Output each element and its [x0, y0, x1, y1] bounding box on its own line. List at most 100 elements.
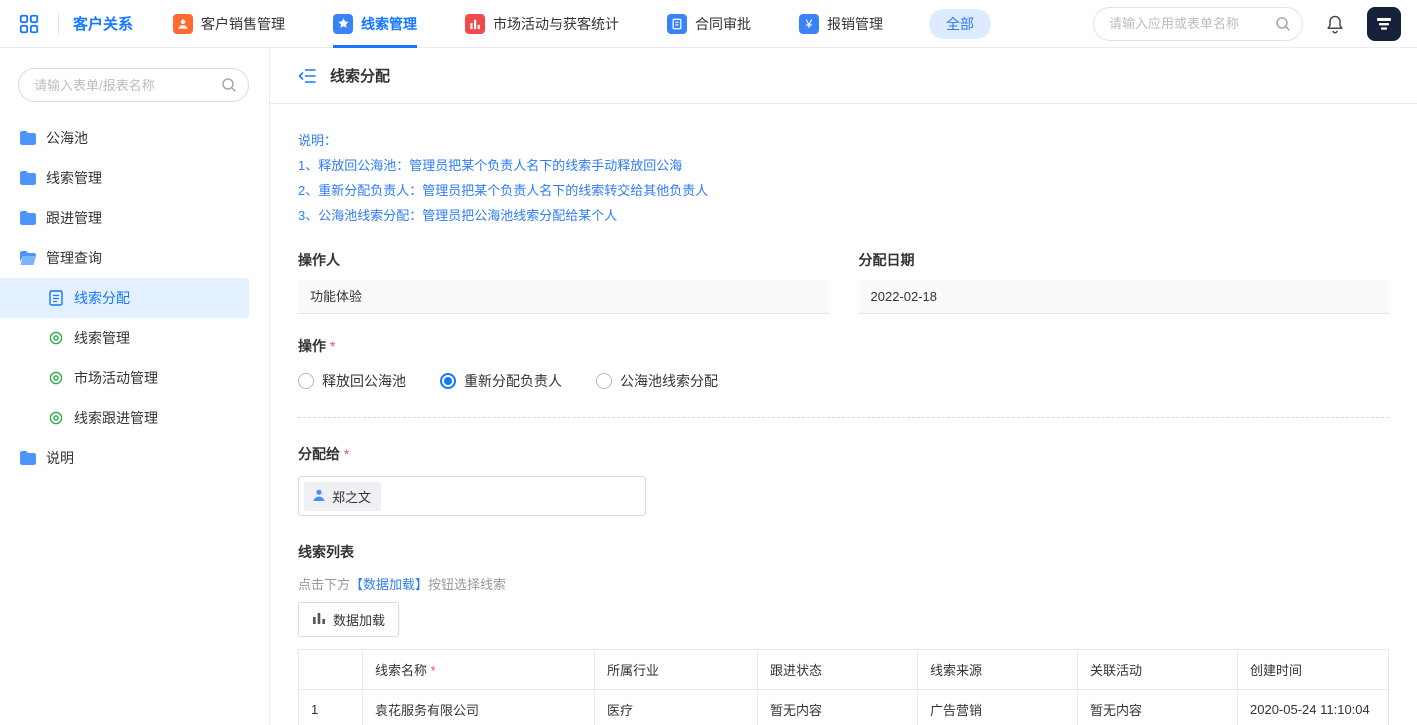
sidebar-item-followup-mgmt[interactable]: 跟进管理	[0, 198, 269, 238]
dashboard-icon	[48, 371, 64, 385]
cell-lead-name: 袁花服务有限公司	[363, 690, 595, 725]
search-icon[interactable]	[1275, 16, 1291, 37]
top-navbar: 客户关系 客户销售管理 线索管理 市场活动与获客统计	[0, 0, 1417, 48]
assignee-select[interactable]: 郑之文	[298, 476, 646, 516]
cell-source: 广告营销	[918, 690, 1078, 725]
form-search	[18, 68, 249, 102]
lead-list-section: 线索列表 点击下方【数据加载】按钮选择线索 数据加载	[298, 542, 1389, 725]
operation-radio[interactable]: 公海池线索分配	[596, 371, 718, 391]
contract-app-icon	[667, 14, 687, 34]
operation-radio-group: 释放回公海池 重新分配负责人 公海池线索分配	[298, 371, 1389, 391]
sidebar-item-lead-mgmt[interactable]: 线索管理	[0, 158, 269, 198]
folder-icon	[20, 171, 36, 185]
open-folder-icon	[20, 251, 36, 265]
radio-icon	[440, 373, 456, 389]
search-icon[interactable]	[221, 77, 237, 98]
app-search-input[interactable]	[1093, 7, 1303, 41]
section-divider	[298, 417, 1389, 418]
bar-chart-icon	[312, 611, 326, 628]
sidebar-item-public-pool[interactable]: 公海池	[0, 118, 269, 158]
operation-field: 操作 释放回公海池 重新分配负责人 公海池线索分配	[298, 336, 1389, 391]
instructions-heading: 说明：	[298, 128, 1389, 153]
operation-radio[interactable]: 重新分配负责人	[440, 371, 562, 391]
sidebar-item-label: 线索管理	[46, 168, 102, 188]
hint-text: 按钮选择线索	[428, 577, 506, 592]
sidebar-item-lead-mgmt-dashboard[interactable]: 线索管理	[0, 318, 269, 358]
page-header: 线索分配	[270, 48, 1417, 104]
nav-item-label: 报销管理	[827, 14, 883, 34]
page-title: 线索分配	[330, 65, 390, 86]
sidebar-item-admin-query[interactable]: 管理查询	[0, 238, 269, 278]
operation-radio[interactable]: 释放回公海池	[298, 371, 406, 391]
assign-date-field: 分配日期 2022-02-18	[859, 250, 1390, 314]
assignee-name: 郑之文	[332, 487, 371, 506]
operator-label: 操作人	[298, 250, 829, 270]
assignee-label: 分配给	[298, 444, 1389, 464]
col-lead-name: 线索名称	[363, 650, 595, 690]
nav-item-label: 客户销售管理	[201, 14, 285, 34]
nav-item-label: 线索管理	[361, 14, 417, 34]
app-launcher-icon[interactable]	[14, 9, 44, 39]
assign-date-value: 2022-02-18	[859, 280, 1390, 314]
radio-label: 公海池线索分配	[620, 371, 718, 391]
collapse-sidebar-icon[interactable]	[298, 68, 316, 84]
table-header-row: 线索名称 所属行业 跟进状态 线索来源 关联活动 创建时间	[299, 650, 1389, 690]
data-load-link[interactable]: 【数据加载】	[350, 577, 428, 592]
nav-item-sales[interactable]: 客户销售管理	[173, 0, 285, 48]
cell-activity: 暂无内容	[1078, 690, 1238, 725]
hint-text: 点击下方	[298, 577, 350, 592]
sidebar-item-marketing-mgmt[interactable]: 市场活动管理	[0, 358, 269, 398]
form-icon	[48, 290, 64, 306]
folder-icon	[20, 211, 36, 225]
radio-icon	[596, 373, 612, 389]
all-apps-button[interactable]: 全部	[929, 9, 991, 39]
operator-field: 操作人 功能体验	[298, 250, 829, 314]
dashboard-icon	[48, 331, 64, 345]
form-body: 说明： 1、释放回公海池：管理员把某个负责人名下的线索手动释放回公海 2、重新分…	[270, 104, 1417, 725]
sidebar-item-label: 公海池	[46, 128, 88, 148]
col-industry: 所属行业	[595, 650, 758, 690]
sidebar-item-instructions[interactable]: 说明	[0, 438, 269, 478]
col-status: 跟进状态	[758, 650, 918, 690]
nav-item-contract[interactable]: 合同审批	[667, 0, 751, 48]
form-search-input[interactable]	[18, 68, 249, 102]
dashboard-icon	[48, 411, 64, 425]
navbar-divider	[58, 14, 59, 34]
operator-value: 功能体验	[298, 280, 829, 314]
nav-apps: 客户销售管理 线索管理 市场活动与获客统计 合同审批	[173, 0, 883, 48]
instructions: 说明： 1、释放回公海池：管理员把某个负责人名下的线索手动释放回公海 2、重新分…	[298, 128, 1389, 228]
sidebar-item-label: 市场活动管理	[74, 368, 158, 388]
radio-icon	[298, 373, 314, 389]
lead-list-hint: 点击下方【数据加载】按钮选择线索	[298, 574, 1389, 593]
sales-app-icon	[173, 14, 193, 34]
cell-industry: 医疗	[595, 690, 758, 725]
nav-item-marketing[interactable]: 市场活动与获客统计	[465, 0, 619, 48]
operation-label: 操作	[298, 336, 1389, 356]
user-avatar[interactable]	[1367, 7, 1401, 41]
navbar-right	[1093, 7, 1401, 41]
leads-app-icon	[333, 14, 353, 34]
notification-bell-icon[interactable]	[1325, 14, 1345, 34]
lead-list-title: 线索列表	[298, 542, 1389, 562]
folder-icon	[20, 451, 36, 465]
person-icon	[312, 488, 326, 505]
cell-status: 暂无内容	[758, 690, 918, 725]
sidebar-item-lead-assign[interactable]: 线索分配	[0, 278, 249, 318]
nav-item-label: 合同审批	[695, 14, 751, 34]
nav-item-reimburse[interactable]: ¥ 报销管理	[799, 0, 883, 48]
data-load-button[interactable]: 数据加载	[298, 602, 399, 637]
instruction-line: 1、释放回公海池：管理员把某个负责人名下的线索手动释放回公海	[298, 153, 1389, 178]
main-content: 线索分配 说明： 1、释放回公海池：管理员把某个负责人名下的线索手动释放回公海 …	[270, 48, 1417, 725]
sidebar: 公海池 线索管理 跟进管理 管理查询 线索分配 线索管理	[0, 48, 270, 725]
radio-label: 释放回公海池	[322, 371, 406, 391]
col-created: 创建时间	[1238, 650, 1389, 690]
table-row[interactable]: 1 袁花服务有限公司 医疗 暂无内容 广告营销 暂无内容 2020-05-24 …	[299, 690, 1389, 725]
assignee-tag[interactable]: 郑之文	[304, 482, 381, 511]
workspace-name[interactable]: 客户关系	[73, 13, 133, 34]
nav-item-leads[interactable]: 线索管理	[333, 0, 417, 48]
marketing-app-icon	[465, 14, 485, 34]
sidebar-item-lead-followup-mgmt[interactable]: 线索跟进管理	[0, 398, 269, 438]
col-activity: 关联活动	[1078, 650, 1238, 690]
assign-date-label: 分配日期	[859, 250, 1390, 270]
assignee-field: 分配给 郑之文	[298, 444, 1389, 516]
